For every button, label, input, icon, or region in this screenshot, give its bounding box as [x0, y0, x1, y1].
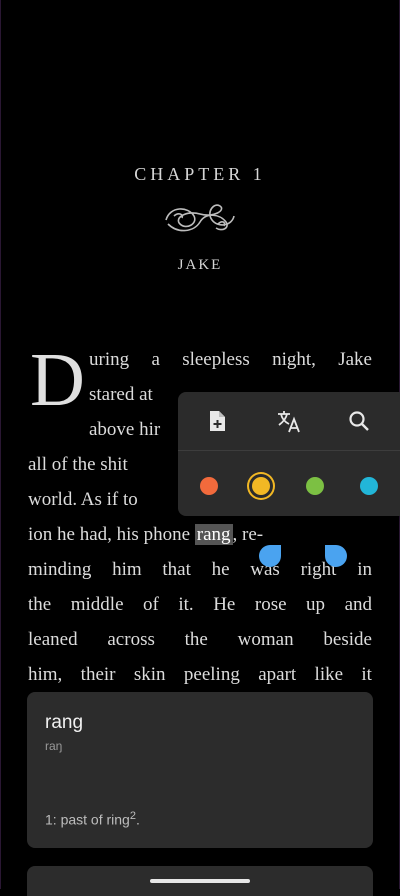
- word[interactable]: skin: [134, 662, 166, 688]
- definition-word: rang: [45, 712, 84, 733]
- definition-trailing: .: [135, 811, 140, 828]
- definition-card[interactable]: rang raŋ 1: past of ring2.: [27, 692, 373, 848]
- chapter-subtitle: JAKE: [177, 257, 223, 273]
- highlight-green-option[interactable]: [306, 477, 324, 495]
- selected-word[interactable]: rang: [194, 524, 233, 545]
- highlight-blue-option[interactable]: [360, 477, 378, 495]
- word[interactable]: peeling: [184, 662, 240, 688]
- selection-start-handle[interactable]: [259, 545, 281, 567]
- text-line-6[interactable]: ion he had, his phone rang, re-: [28, 522, 372, 548]
- translate-button[interactable]: [274, 406, 304, 436]
- highlight-orange-option[interactable]: [200, 477, 218, 495]
- word[interactable]: the: [28, 592, 51, 618]
- word[interactable]: middle: [71, 592, 124, 618]
- word[interactable]: that: [162, 557, 191, 583]
- translate-icon: [278, 411, 300, 433]
- line-text-after[interactable]: , re-: [233, 524, 264, 545]
- word[interactable]: of: [143, 592, 159, 618]
- word[interactable]: sleepless: [182, 347, 250, 373]
- word[interactable]: up: [306, 592, 325, 618]
- word[interactable]: rose: [255, 592, 287, 618]
- word[interactable]: uring: [89, 347, 129, 373]
- word[interactable]: woman: [238, 627, 294, 653]
- word[interactable]: minding: [28, 557, 91, 583]
- drop-cap: D: [30, 338, 85, 422]
- highlight-yellow-option[interactable]: [252, 477, 270, 495]
- word[interactable]: beside: [323, 627, 372, 653]
- add-note-button[interactable]: [202, 406, 232, 436]
- word[interactable]: Jake: [338, 347, 372, 373]
- word[interactable]: him,: [28, 662, 62, 688]
- line-text[interactable]: ion he had, his phone: [28, 524, 190, 545]
- definition-phonetic: raŋ: [45, 739, 63, 753]
- word[interactable]: leaned: [28, 627, 78, 653]
- word[interactable]: him: [112, 557, 142, 583]
- definition-body: 1: past of ring: [45, 811, 130, 828]
- flourish-ornament-icon: [165, 204, 235, 232]
- add-note-icon: [210, 411, 225, 431]
- word[interactable]: it.: [178, 592, 193, 618]
- word[interactable]: the: [185, 627, 208, 653]
- word[interactable]: their: [81, 662, 116, 688]
- selection-popup: [178, 392, 400, 516]
- search-icon: [349, 411, 369, 431]
- text-line-7: minding him that he was right in: [28, 557, 372, 583]
- text-line-1: uring a sleepless night, Jake: [89, 347, 372, 373]
- chapter-title: CHAPTER 1: [134, 164, 266, 184]
- text-line-8: the middle of it. He rose up and: [28, 592, 372, 618]
- definition-text: 1: past of ring2.: [45, 810, 140, 828]
- text-line-10: him, their skin peeling apart like it: [28, 662, 372, 688]
- word[interactable]: apart: [258, 662, 296, 688]
- word[interactable]: He: [213, 592, 235, 618]
- word[interactable]: and: [345, 592, 372, 618]
- word[interactable]: he: [212, 557, 230, 583]
- popup-divider: [178, 450, 400, 451]
- word[interactable]: night,: [272, 347, 316, 373]
- word[interactable]: it: [361, 662, 372, 688]
- selection-end-handle[interactable]: [325, 545, 347, 567]
- text-line-9: leaned across the woman beside: [28, 627, 372, 653]
- word[interactable]: in: [357, 557, 372, 583]
- word[interactable]: a: [151, 347, 159, 373]
- word[interactable]: across: [107, 627, 154, 653]
- search-button[interactable]: [344, 406, 374, 436]
- word[interactable]: like: [315, 662, 344, 688]
- home-indicator[interactable]: [150, 879, 250, 883]
